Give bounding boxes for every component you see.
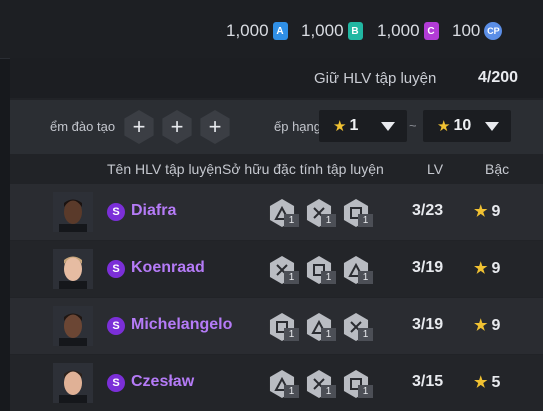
trait-level-badge: 1	[358, 271, 373, 284]
coach-name: Michelangelo	[131, 316, 233, 333]
trait-level-badge: 1	[321, 214, 336, 227]
caret-down-icon	[381, 122, 395, 131]
currency-a-value: 1,000	[226, 21, 269, 40]
trait-level-badge: 1	[321, 328, 336, 341]
coach-rank: ★ 5	[474, 373, 500, 392]
rank-from-value: 1	[349, 117, 359, 134]
column-header-traits: Sở hữu đặc tính tập luyện	[222, 161, 384, 177]
trait-level-badge: 1	[358, 328, 373, 341]
currency-cp: 100 CP	[452, 20, 503, 42]
coach-avatar	[53, 192, 93, 232]
coach-row[interactable]: S Czesław 1 1 1 3/15 ★ 5	[10, 355, 543, 411]
coach-level: 3/19	[412, 316, 444, 333]
trait-level-badge: 1	[321, 271, 336, 284]
currency-a: 1,000 A	[226, 20, 288, 42]
rank-from-dropdown[interactable]: ★ 1	[319, 110, 407, 142]
rank-to-value: 10	[453, 117, 472, 134]
grade-badge: S	[107, 203, 125, 221]
currency-cp-icon: CP	[484, 22, 503, 40]
trait-level-badge: 1	[284, 328, 299, 341]
training-slot-1-add-button[interactable]: +	[124, 110, 154, 144]
caret-down-icon	[485, 122, 499, 131]
sort-rank-label: ếp hạng	[274, 119, 321, 134]
coach-rank-value: 5	[491, 374, 501, 391]
rank-to-dropdown[interactable]: ★ 10	[423, 110, 511, 142]
column-header-name[interactable]: Tên HLV tập luyện	[107, 161, 222, 177]
coach-name: Czesław	[131, 373, 195, 390]
training-slot-3-add-button[interactable]: +	[200, 110, 230, 144]
coach-avatar	[53, 363, 93, 403]
star-icon: ★	[333, 118, 347, 135]
currency-b: 1,000 B	[301, 20, 363, 42]
training-slot-2-add-button[interactable]: +	[162, 110, 192, 144]
coach-row[interactable]: S Diafra 1 1 1 3/23 ★ 9	[10, 184, 543, 240]
coach-rank-value: 9	[491, 317, 501, 334]
column-header-lv[interactable]: LV	[427, 161, 443, 177]
filter-row: ểm đào tạo + + + ếp hạng ★ 1 ★ 10	[10, 100, 543, 154]
coach-avatar	[53, 249, 93, 289]
coach-rank-value: 9	[491, 260, 501, 277]
column-header-rank[interactable]: Bậc	[485, 161, 509, 177]
coach-rank-value: 9	[491, 203, 501, 220]
coach-name: Koenraad	[131, 259, 205, 276]
coach-count-value: 4/200	[478, 69, 519, 86]
currency-b-icon: B	[347, 22, 363, 40]
coach-count-label: Giữ HLV tập luyện	[314, 70, 437, 87]
currency-c-icon: C	[423, 22, 439, 40]
coach-row[interactable]: S Michelangelo 1 1 1 3/19 ★ 9	[10, 298, 543, 354]
currency-b-value: 1,000	[301, 21, 344, 40]
trait-level-badge: 1	[321, 385, 336, 398]
currency-a-icon: A	[272, 22, 288, 40]
currency-c: 1,000 C	[377, 20, 439, 42]
trait-level-badge: 1	[284, 214, 299, 227]
coach-level: 3/19	[412, 259, 444, 276]
currency-cp-value: 100	[452, 21, 481, 40]
trait-level-badge: 1	[358, 385, 373, 398]
grade-badge: S	[107, 260, 125, 278]
rank-range-separator: ~	[409, 118, 417, 133]
coach-level: 3/15	[412, 373, 444, 390]
coach-count-row: Giữ HLV tập luyện 4/200	[10, 58, 543, 98]
star-icon: ★	[474, 317, 488, 334]
star-icon: ★	[474, 374, 488, 391]
star-icon: ★	[437, 118, 451, 135]
star-icon: ★	[474, 203, 488, 220]
star-icon: ★	[474, 260, 488, 277]
table-header: Tên HLV tập luyện Sở hữu đặc tính tập lu…	[10, 154, 543, 184]
grade-badge: S	[107, 317, 125, 335]
trait-level-badge: 1	[284, 271, 299, 284]
coach-rank: ★ 9	[474, 316, 500, 335]
trait-level-badge: 1	[358, 214, 373, 227]
currency-c-value: 1,000	[377, 21, 420, 40]
trait-level-badge: 1	[284, 385, 299, 398]
coach-rank: ★ 9	[474, 259, 500, 278]
coach-avatar	[53, 306, 93, 346]
coach-name: Diafra	[131, 202, 177, 219]
top-bar: 1,000 A 1,000 B 1,000 C 100 CP	[0, 0, 543, 59]
grade-badge: S	[107, 374, 125, 392]
coach-level: 3/23	[412, 202, 444, 219]
coach-rank: ★ 9	[474, 202, 500, 221]
training-points-label: ểm đào tạo	[50, 119, 116, 134]
coach-row[interactable]: S Koenraad 1 1 1 3/19 ★ 9	[10, 241, 543, 297]
